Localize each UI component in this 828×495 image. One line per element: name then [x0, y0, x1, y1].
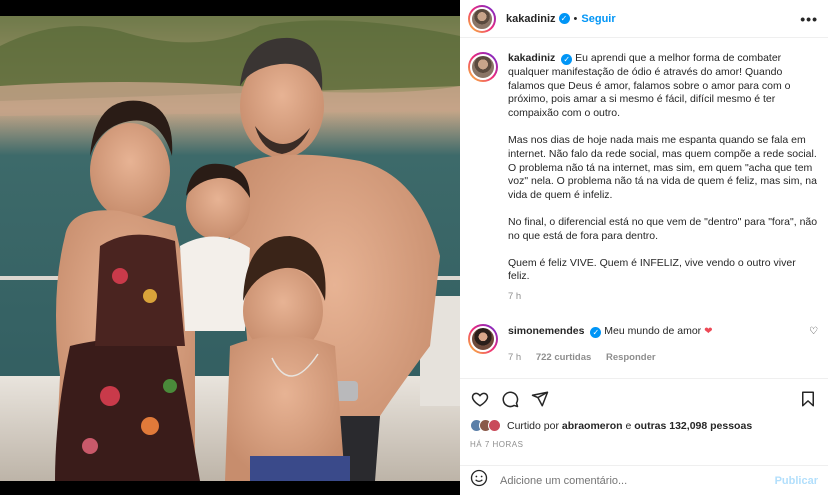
comment-like-heart-icon[interactable]: ♡ [809, 326, 818, 337]
post-actions: Curtido por abraomeron e outras 132,098 … [460, 378, 828, 449]
liked-others[interactable]: outras 132,098 pessoas [634, 420, 752, 432]
comment-item: simonemendes ✓ Meu mundo de amor ❤ 7 h 7… [468, 323, 818, 363]
commenter-avatar[interactable] [468, 323, 498, 354]
liked-user[interactable]: abraomeron [562, 420, 623, 432]
comment-meta: 7 h 722 curtidas Responder [508, 352, 713, 363]
comment-text-row: simonemendes ✓ Meu mundo de amor ❤ [508, 324, 713, 338]
reply-button[interactable]: Responder [606, 352, 656, 363]
post-age[interactable]: HÁ 7 HORAS [470, 440, 818, 449]
liked-by: Curtido por abraomeron e outras 132,098 … [470, 419, 818, 432]
author-avatar[interactable] [468, 4, 496, 33]
author-username[interactable]: kakadiniz [506, 13, 556, 25]
comment-text: Meu mundo de amor [604, 324, 702, 337]
family-photo-image [0, 16, 460, 481]
more-icon[interactable]: ••• [800, 11, 818, 27]
verified-icon: ✓ [558, 13, 570, 24]
caption-comment: kakadiniz ✓ Eu aprendi que a melhor form… [468, 52, 818, 304]
instagram-post-modal: kakadiniz ✓ • Seguir ••• kakadiniz ✓ Eu … [0, 0, 828, 495]
caption-text: kakadiniz ✓ Eu aprendi que a melhor form… [508, 52, 818, 121]
comment-username[interactable]: simonemendes [508, 325, 584, 337]
verified-icon: ✓ [590, 326, 602, 338]
bookmark-icon[interactable] [798, 389, 818, 409]
liked-prefix: Curtido por [507, 419, 559, 432]
follow-button[interactable]: Seguir [581, 13, 615, 25]
comment-input[interactable] [500, 474, 775, 487]
heart-icon[interactable] [470, 389, 490, 409]
post-photo [0, 16, 460, 481]
caption-avatar[interactable] [468, 52, 498, 82]
caption-paragraph-3: No final, o diferencial está no que vem … [508, 215, 818, 242]
separator-dot: • [573, 12, 578, 25]
share-icon[interactable] [530, 389, 550, 409]
post-header: kakadiniz ✓ • Seguir ••• [460, 0, 828, 38]
comments-section[interactable]: kakadiniz ✓ Eu aprendi que a melhor form… [460, 38, 828, 378]
post-side-panel: kakadiniz ✓ • Seguir ••• kakadiniz ✓ Eu … [460, 0, 828, 495]
comment-time: 7 h [508, 351, 522, 363]
emoji-icon[interactable] [470, 469, 488, 492]
liked-middle: e [625, 419, 632, 432]
publish-button[interactable]: Publicar [775, 475, 818, 487]
caption-paragraph-2: Mas nos dias de hoje nada mais me espant… [508, 133, 817, 202]
comment-likes[interactable]: 722 curtidas [536, 352, 591, 363]
comment-content: simonemendes ✓ Meu mundo de amor ❤ 7 h 7… [508, 324, 713, 363]
red-heart-emoji-icon: ❤ [704, 325, 713, 337]
comment-icon[interactable] [500, 389, 520, 409]
caption-paragraph-4: Quem é feliz VIVE. Quem é INFELIZ, vive … [508, 256, 796, 283]
liker-avatars [470, 419, 501, 432]
add-comment-bar: Publicar [460, 465, 828, 495]
caption-body: kakadiniz ✓ Eu aprendi que a melhor form… [508, 52, 818, 304]
caption-time: 7 h [508, 291, 522, 303]
caption-username[interactable]: kakadiniz [508, 52, 555, 64]
action-icons-row [470, 387, 818, 411]
verified-icon: ✓ [561, 54, 573, 65]
